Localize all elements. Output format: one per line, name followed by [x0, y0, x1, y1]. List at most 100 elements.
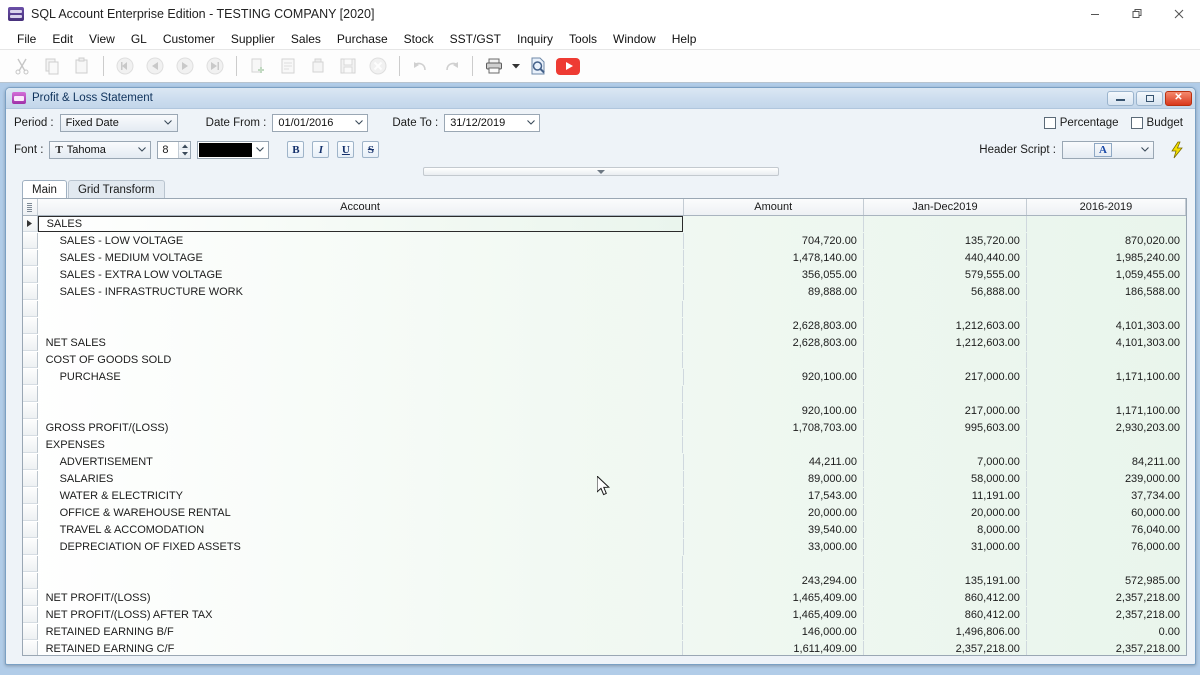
menu-view[interactable]: View	[81, 30, 123, 48]
row-indicator[interactable]	[23, 573, 38, 589]
paste-icon[interactable]	[68, 52, 96, 80]
redo-icon[interactable]	[437, 52, 465, 80]
print-preview-icon[interactable]	[524, 52, 552, 80]
row-indicator[interactable]	[23, 301, 38, 317]
column-header-2016-2019[interactable]: 2016-2019	[1027, 199, 1186, 215]
edit-record-icon[interactable]	[274, 52, 302, 80]
menu-purchase[interactable]: Purchase	[329, 30, 396, 48]
report-minimize-button[interactable]	[1107, 90, 1134, 106]
table-row[interactable]: WATER & ELECTRICITY 17,543.00 11,191.00 37,…	[23, 488, 1186, 505]
save-record-icon[interactable]	[334, 52, 362, 80]
first-record-icon[interactable]	[111, 52, 139, 80]
table-row[interactable]: EXPENSES	[23, 437, 1186, 454]
menu-stock[interactable]: Stock	[396, 30, 442, 48]
report-splitter-handle[interactable]	[422, 167, 779, 176]
column-header-amount[interactable]: Amount	[684, 199, 864, 215]
budget-checkbox[interactable]: Budget	[1130, 116, 1183, 129]
row-indicator[interactable]	[23, 403, 38, 419]
restore-icon[interactable]	[1116, 0, 1158, 28]
youtube-icon[interactable]	[554, 52, 582, 80]
menu-tools[interactable]: Tools	[561, 30, 605, 48]
row-indicator[interactable]	[23, 471, 38, 487]
table-row[interactable]: SALES - LOW VOLTAGE 704,720.00 135,720.00 8…	[23, 233, 1186, 250]
table-row[interactable]: 920,100.00 217,000.00 1,171,100.00	[23, 403, 1186, 420]
period-select[interactable]: Fixed Date	[59, 113, 178, 132]
next-record-icon[interactable]	[171, 52, 199, 80]
row-indicator[interactable]	[23, 624, 38, 640]
delete-record-icon[interactable]	[304, 52, 332, 80]
menu-inquiry[interactable]: Inquiry	[509, 30, 561, 48]
table-row[interactable]: DEPRECIATION OF FIXED ASSETS 33,000.00 31,…	[23, 539, 1186, 556]
menu-help[interactable]: Help	[664, 30, 705, 48]
table-row[interactable]: SALARIES 89,000.00 58,000.00 239,000.00	[23, 471, 1186, 488]
undo-icon[interactable]	[407, 52, 435, 80]
row-indicator[interactable]	[23, 335, 38, 351]
row-indicator[interactable]	[23, 437, 38, 453]
row-indicator[interactable]	[23, 352, 38, 368]
row-indicator[interactable]	[23, 420, 38, 436]
header-script-select[interactable]: A	[1062, 140, 1154, 159]
menu-sst-gst[interactable]: SST/GST	[442, 30, 509, 48]
row-indicator[interactable]	[23, 607, 38, 623]
table-row[interactable]: 243,294.00 135,191.00 572,985.00	[23, 573, 1186, 590]
row-indicator[interactable]	[23, 233, 38, 249]
spinner-up-icon[interactable]	[179, 141, 191, 150]
lightning-bolt-icon[interactable]	[1167, 140, 1187, 160]
table-row[interactable]: OFFICE & WAREHOUSE RENTAL 20,000.00 20,000…	[23, 505, 1186, 522]
date-from-input[interactable]: 01/01/2016	[272, 113, 369, 132]
menu-gl[interactable]: GL	[123, 30, 155, 48]
table-row[interactable]: RETAINED EARNING C/F 1,611,409.00 2,357,21…	[23, 641, 1186, 655]
row-indicator[interactable]	[23, 505, 38, 521]
table-row[interactable]: ADVERTISEMENT 44,211.00 7,000.00 84,211.00	[23, 454, 1186, 471]
table-row[interactable]: SALES - MEDIUM VOLTAGE 1,478,140.00 440,44…	[23, 250, 1186, 267]
row-indicator[interactable]	[23, 216, 38, 232]
report-close-button[interactable]: ✕	[1165, 90, 1192, 106]
spinner-down-icon[interactable]	[179, 149, 191, 158]
grid-row-selector-header[interactable]	[23, 199, 38, 215]
row-indicator[interactable]	[23, 369, 38, 385]
font-color-select[interactable]	[197, 140, 270, 159]
table-row[interactable]: NET SALES 2,628,803.00 1,212,603.00 4,101,3…	[23, 335, 1186, 352]
table-row[interactable]: PURCHASE 920,100.00 217,000.00 1,171,100.00	[23, 369, 1186, 386]
date-to-input[interactable]: 31/12/2019	[444, 113, 541, 132]
row-indicator[interactable]	[23, 454, 38, 470]
close-icon[interactable]	[1158, 0, 1200, 28]
menu-sales[interactable]: Sales	[283, 30, 329, 48]
row-indicator[interactable]	[23, 641, 38, 655]
column-header-account[interactable]: Account	[38, 199, 684, 215]
percentage-checkbox[interactable]: Percentage	[1043, 116, 1119, 129]
last-record-icon[interactable]	[201, 52, 229, 80]
row-indicator[interactable]	[23, 284, 38, 300]
table-row[interactable]: SALES	[23, 216, 1186, 233]
font-family-select[interactable]: T Tahoma	[49, 140, 152, 159]
table-row[interactable]: GROSS PROFIT/(LOSS) 1,708,703.00 995,603.0…	[23, 420, 1186, 437]
table-row[interactable]: RETAINED EARNING B/F 146,000.00 1,496,806.…	[23, 624, 1186, 641]
table-row[interactable]: SALES - INFRASTRUCTURE WORK 89,888.00 56,8…	[23, 284, 1186, 301]
print-icon[interactable]	[480, 52, 508, 80]
table-row[interactable]: SALES - EXTRA LOW VOLTAGE 356,055.00 579,5…	[23, 267, 1186, 284]
table-row[interactable]: COST OF GOODS SOLD	[23, 352, 1186, 369]
print-dropdown-arrow-icon[interactable]	[510, 52, 522, 80]
row-indicator[interactable]	[23, 488, 38, 504]
menu-supplier[interactable]: Supplier	[223, 30, 283, 48]
table-row[interactable]: NET PROFIT/(LOSS) 1,465,409.00 860,412.00 2…	[23, 590, 1186, 607]
tab-grid-transform[interactable]: Grid Transform	[67, 180, 165, 198]
row-indicator[interactable]	[23, 250, 38, 266]
previous-record-icon[interactable]	[141, 52, 169, 80]
menu-window[interactable]: Window	[605, 30, 664, 48]
menu-customer[interactable]: Customer	[155, 30, 223, 48]
copy-icon[interactable]	[38, 52, 66, 80]
row-indicator[interactable]	[23, 267, 38, 283]
table-row[interactable]: 2,628,803.00 1,212,603.00 4,101,303.00	[23, 318, 1186, 335]
strikeout-button[interactable]: S	[362, 141, 380, 158]
underline-button[interactable]: U	[337, 141, 355, 158]
cancel-record-icon[interactable]	[364, 52, 392, 80]
tab-main[interactable]: Main	[22, 180, 67, 198]
report-maximize-button[interactable]	[1136, 90, 1163, 106]
menu-file[interactable]: File	[9, 30, 44, 48]
font-size-stepper[interactable]: 8	[157, 140, 192, 159]
minimize-icon[interactable]	[1074, 0, 1116, 28]
table-row[interactable]: TRAVEL & ACCOMODATION 39,540.00 8,000.00 76…	[23, 522, 1186, 539]
row-indicator[interactable]	[23, 539, 38, 555]
column-header-jan-dec2019[interactable]: Jan-Dec2019	[864, 199, 1027, 215]
